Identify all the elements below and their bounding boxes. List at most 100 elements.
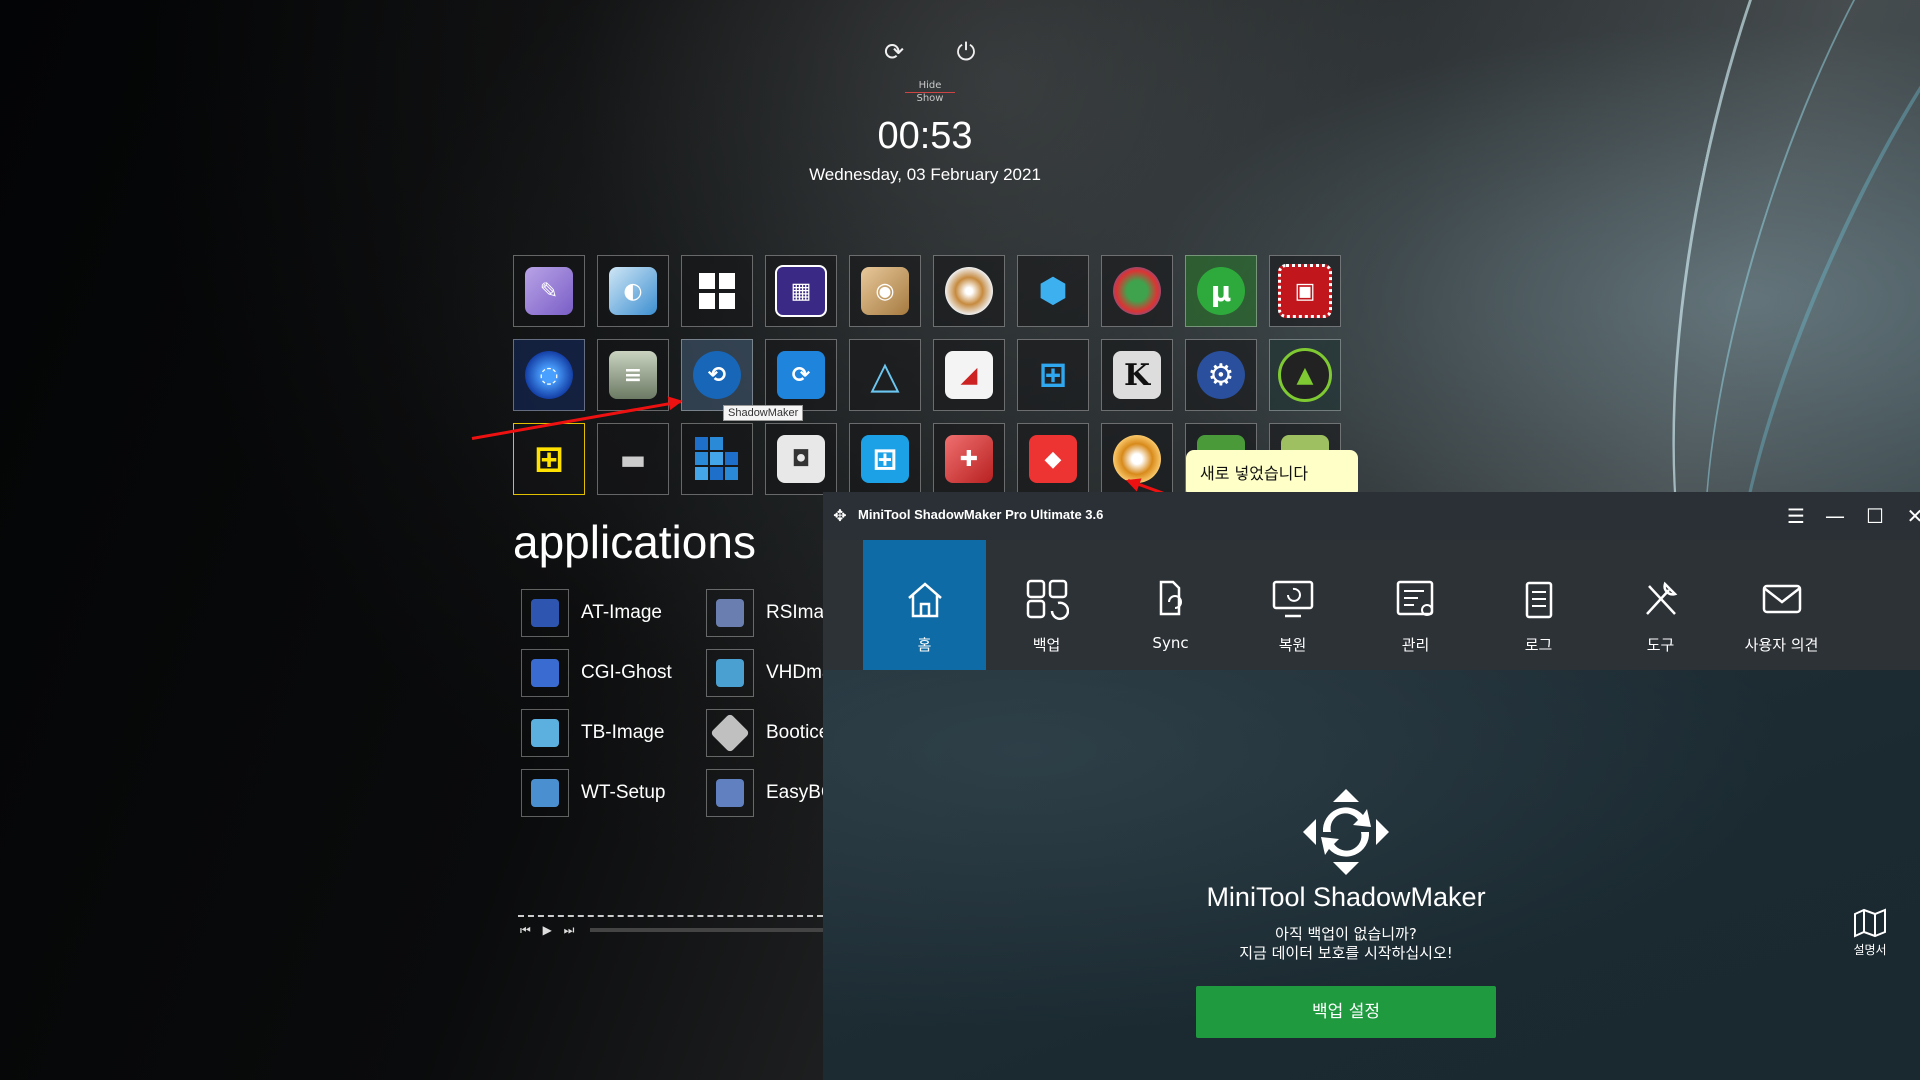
shadowmaker-icon: ⟲ — [693, 351, 741, 399]
app-icon — [706, 769, 754, 817]
nav-tools[interactable]: 도구 — [1599, 540, 1722, 670]
show-label[interactable]: Show — [905, 93, 955, 105]
tile-green-triangle[interactable]: ▲ — [1269, 339, 1341, 411]
sync-icon — [1159, 580, 1182, 616]
app-item[interactable]: VHDma — [706, 648, 833, 698]
gauge-icon: ◢ — [945, 351, 993, 399]
tile-shadowmaker[interactable]: ⟲ — [681, 339, 753, 411]
hero-subtitle: 아직 백업이 없습니까? — [1275, 925, 1417, 943]
media-progress-bar[interactable] — [590, 928, 823, 932]
tile-windows[interactable] — [681, 255, 753, 327]
nav-restore[interactable]: 복원 — [1231, 540, 1354, 670]
media-controls[interactable]: ⏮ ▶ ⏭ — [520, 923, 578, 938]
windows-icon — [693, 267, 741, 315]
tile-notepad[interactable]: ✎ — [513, 255, 585, 327]
app-icon — [521, 649, 569, 697]
tile-blocks[interactable]: ⬢ — [1017, 255, 1089, 327]
tile-disc[interactable] — [933, 255, 1005, 327]
nav-feedback[interactable]: 사용자 의견 — [1720, 540, 1843, 670]
app-item[interactable]: AT-Image — [521, 588, 662, 638]
app-icon-fill — [710, 713, 750, 753]
tile-sync[interactable]: ⟳ — [765, 339, 837, 411]
app-item[interactable]: TB-Image — [521, 708, 664, 758]
minitool-window: ✥ MiniTool ShadowMaker Pro Ultimate 3.6 … — [823, 492, 1920, 1080]
tile-camera[interactable]: ◘ — [765, 423, 837, 495]
app-icon — [706, 589, 754, 637]
k-letter-icon: K — [1113, 351, 1161, 399]
manual-button[interactable]: 설명서 — [1840, 908, 1900, 958]
shadowmaker-logo-icon: ✥ — [833, 506, 847, 525]
minimize-icon[interactable]: — — [1820, 502, 1850, 530]
tile-gauge[interactable]: ◢ — [933, 339, 1005, 411]
metro-grid-icon — [693, 435, 741, 483]
nav-backup[interactable]: 백업 — [985, 540, 1108, 670]
hero-title: MiniTool ShadowMaker — [1206, 882, 1486, 912]
app-icon — [706, 709, 754, 757]
tile-package[interactable]: ◉ — [849, 255, 921, 327]
tile-utorrent[interactable]: µ — [1185, 255, 1257, 327]
app-icon — [521, 769, 569, 817]
disk-utility-icon: ◐ — [609, 267, 657, 315]
app-icon-fill — [531, 659, 559, 687]
app-icon — [706, 649, 754, 697]
tile-disk-utility[interactable]: ◐ — [597, 255, 669, 327]
sync-app-icon: ⟳ — [777, 351, 825, 399]
menu-icon[interactable]: ☰ — [1781, 502, 1811, 530]
app-item[interactable]: EasyBC — [706, 768, 835, 818]
nav-log[interactable]: 로그 — [1477, 540, 1600, 670]
log-icon — [1525, 581, 1553, 619]
green-triangle-icon: ▲ — [1278, 348, 1332, 402]
applications-heading: applications — [513, 516, 756, 568]
manage-icon — [1396, 580, 1434, 616]
tile-aomei[interactable]: △ — [849, 339, 921, 411]
app-item[interactable]: WT-Setup — [521, 768, 665, 818]
app-item[interactable]: Bootice — [706, 708, 829, 758]
tile-partition[interactable] — [1101, 255, 1173, 327]
window-titlebar[interactable]: ✥ MiniTool ShadowMaker Pro Ultimate 3.6 … — [823, 492, 1920, 540]
tile-k-app[interactable]: K — [1101, 339, 1173, 411]
windows10-icon: ⊞ — [861, 435, 909, 483]
nav-home[interactable]: 홈 — [863, 540, 986, 670]
notepad-icon: ✎ — [525, 267, 573, 315]
tile-settings[interactable]: ⚙ — [1185, 339, 1257, 411]
annotation-bubble: 새로 넣었습니다 — [1186, 450, 1358, 498]
tile-cpu[interactable]: ▦ — [765, 255, 837, 327]
tile-drives[interactable]: ≡ — [597, 339, 669, 411]
app-item[interactable]: RSImag — [706, 588, 835, 638]
nav-sync[interactable]: Sync — [1109, 540, 1232, 670]
power-icon[interactable]: ⏻ — [952, 38, 980, 66]
feedback-icon — [1762, 584, 1802, 614]
app-icon-fill — [716, 599, 744, 627]
app-label: Bootice — [766, 722, 830, 743]
package-icon: ◉ — [861, 267, 909, 315]
tile-eraser[interactable]: ✚ — [933, 423, 1005, 495]
tile-blue-swirl[interactable]: ◌ — [513, 339, 585, 411]
backup-grid-icon — [1026, 579, 1069, 620]
app-item[interactable]: CGI-Ghost — [521, 648, 672, 698]
tile-anydesk[interactable]: ◆ — [1017, 423, 1089, 495]
restart-icon[interactable]: ⟳ — [880, 38, 908, 66]
tile-windows-flag[interactable]: ⊞ — [1017, 339, 1089, 411]
close-icon[interactable]: ✕ — [1900, 502, 1920, 530]
main-nav: 홈 백업 Sync 복원 관리 로그 도구 사용자 의견 — [823, 540, 1920, 670]
tile-win-yellow[interactable]: ⊞ — [513, 423, 585, 495]
hide-label[interactable]: Hide — [905, 80, 955, 93]
nav-manage[interactable]: 관리 — [1354, 540, 1477, 670]
tile-usb[interactable]: ▬ — [597, 423, 669, 495]
app-icon — [521, 589, 569, 637]
tile-red-app[interactable]: ▣ — [1269, 255, 1341, 327]
hide-show-toggle[interactable]: Hide Show — [905, 80, 955, 105]
maximize-icon[interactable]: ☐ — [1860, 502, 1890, 530]
swirl-icon: ◌ — [525, 351, 573, 399]
setup-backup-button[interactable]: 백업 설정 — [1196, 986, 1496, 1038]
tile-metro[interactable] — [681, 423, 753, 495]
nav-label: 복원 — [1278, 636, 1307, 654]
disc-icon — [945, 267, 993, 315]
utorrent-icon: µ — [1197, 267, 1245, 315]
clock-date: Wednesday, 03 February 2021 — [809, 165, 1041, 184]
app-label: WT-Setup — [581, 782, 666, 803]
tools-icon — [1646, 581, 1678, 615]
app-label: AT-Image — [581, 602, 662, 623]
nav-label: 백업 — [1032, 636, 1061, 654]
tile-win10[interactable]: ⊞ — [849, 423, 921, 495]
